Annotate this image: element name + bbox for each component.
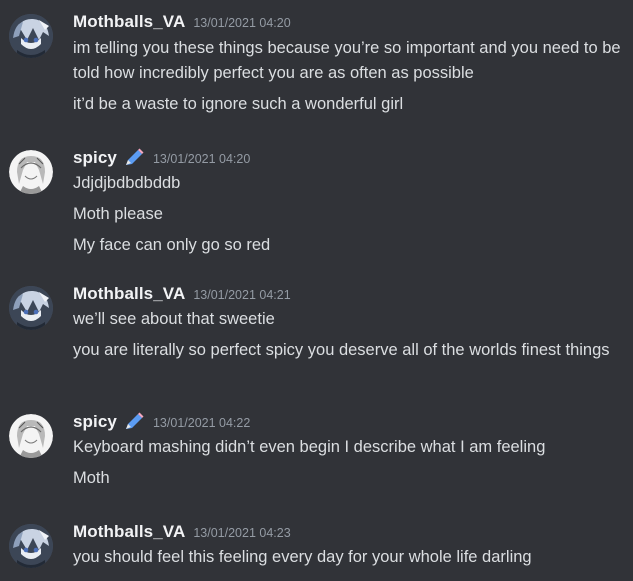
- message-group: Mothballs_VA 13/01/2021 04:23 you should…: [0, 520, 633, 580]
- message-header: spicy 13/01/2021 04:22: [73, 410, 627, 434]
- message-group: spicy 13/01/2021 04:20 Jdjdjbdbdbddb Mot…: [0, 146, 633, 282]
- message-header: Mothballs_VA 13/01/2021 04:21: [73, 282, 627, 306]
- sketch-character-avatar-icon[interactable]: [9, 150, 53, 194]
- timestamp[interactable]: 13/01/2021 04:20: [153, 147, 250, 171]
- message-text: Jdjdjbdbdbddb: [73, 174, 181, 192]
- anime-character-avatar-icon[interactable]: [9, 14, 53, 58]
- timestamp[interactable]: 13/01/2021 04:20: [193, 11, 290, 35]
- anime-character-avatar-icon[interactable]: [9, 524, 53, 568]
- message-text: Moth please: [73, 205, 163, 223]
- timestamp[interactable]: 13/01/2021 04:22: [153, 411, 250, 435]
- message-text: Keyboard mashing didn’t even begin I des…: [73, 438, 546, 456]
- timestamp[interactable]: 13/01/2021 04:23: [193, 521, 290, 545]
- username[interactable]: Mothballs_VA: [73, 10, 185, 34]
- username[interactable]: Mothballs_VA: [73, 282, 185, 306]
- chat-message-list[interactable]: Mothballs_VA 13/01/2021 04:20 im telling…: [0, 0, 633, 581]
- message-text: im telling you these things because you’…: [73, 39, 621, 82]
- sketch-character-avatar-icon[interactable]: [9, 414, 53, 458]
- username[interactable]: spicy: [73, 410, 117, 434]
- message-text: it’d be a waste to ignore such a wonderf…: [73, 95, 404, 113]
- username[interactable]: Mothballs_VA: [73, 520, 185, 544]
- message-group: spicy 13/01/2021 04:22 Keyboard mashing …: [0, 410, 633, 520]
- message-text: My face can only go so red: [73, 236, 271, 254]
- pencil-icon: [123, 148, 145, 168]
- anime-character-avatar-icon[interactable]: [9, 286, 53, 330]
- message-text: we’ll see about that sweetie: [73, 310, 275, 328]
- message-header: Mothballs_VA 13/01/2021 04:20: [73, 10, 627, 34]
- message-group: Mothballs_VA 13/01/2021 04:20 im telling…: [0, 10, 633, 146]
- timestamp[interactable]: 13/01/2021 04:21: [193, 283, 290, 307]
- message-group: Mothballs_VA 13/01/2021 04:21 we’ll see …: [0, 282, 633, 410]
- message-header: Mothballs_VA 13/01/2021 04:23: [73, 520, 627, 544]
- message-text: you are literally so perfect spicy you d…: [73, 341, 610, 359]
- message-text: Moth: [73, 469, 110, 487]
- username[interactable]: spicy: [73, 146, 117, 170]
- message-header: spicy 13/01/2021 04:20: [73, 146, 627, 170]
- pencil-icon: [123, 412, 145, 432]
- message-text: you should feel this feeling every day f…: [73, 548, 532, 566]
